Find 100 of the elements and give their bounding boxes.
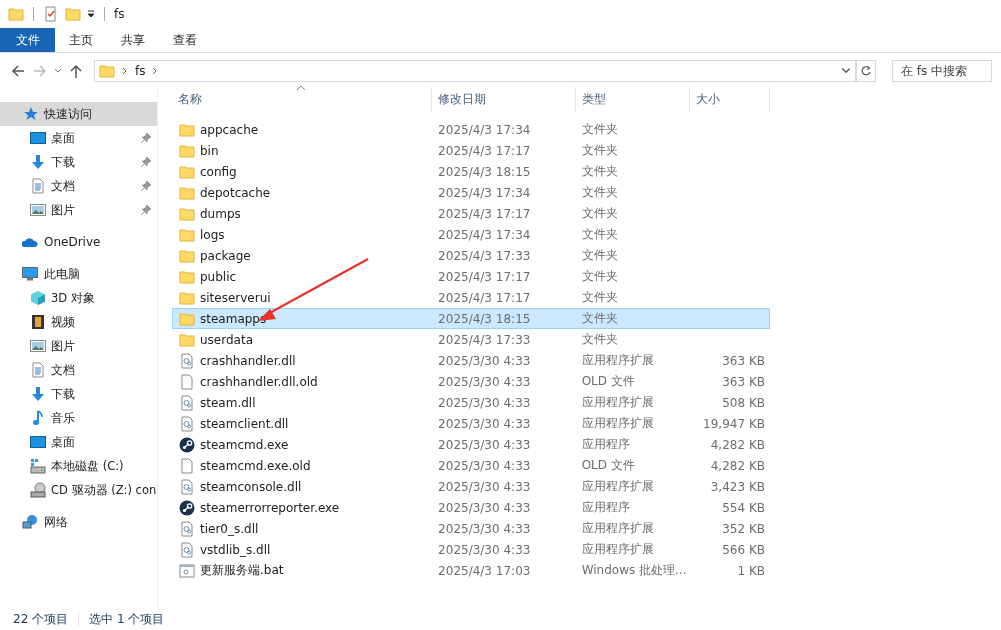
modified-date: 2025/3/30 4:33 — [438, 395, 531, 410]
file-row[interactable]: crashhandler.dll.old 2025/3/30 4:33 OLD 文件 363 KB — [172, 371, 770, 392]
ribbon-tab[interactable]: 主页 — [55, 28, 107, 52]
file-row[interactable]: bin 2025/4/3 17:17 文件夹 — [172, 140, 770, 161]
nav-item[interactable]: 文档 — [0, 358, 157, 382]
file-row[interactable]: 更新服务端.bat 2025/4/3 17:03 Windows 批处理... 1 KB — [172, 560, 770, 581]
modified-date: 2025/3/30 4:33 — [438, 353, 531, 368]
nav-item[interactable]: 文档 — [0, 174, 157, 198]
nav-item[interactable]: 本地磁盘 (C:) — [0, 454, 157, 478]
file-row[interactable]: depotcache 2025/4/3 17:34 文件夹 — [172, 182, 770, 203]
file-type: 应用程序扩展 — [581, 520, 654, 537]
file-name: config — [200, 164, 237, 179]
sort-icon[interactable] — [296, 85, 306, 91]
back-icon[interactable] — [10, 63, 26, 79]
nav-item[interactable]: 图片 — [0, 198, 157, 222]
computer-icon — [22, 266, 38, 282]
file-type: 文件夹 — [581, 331, 618, 348]
file-row[interactable]: steamapps 2025/4/3 18:15 文件夹 — [172, 308, 770, 329]
ribbon-tab[interactable]: 查看 — [159, 28, 211, 52]
file-name: steamerrorreporter.exe — [200, 500, 340, 515]
file-row[interactable]: appcache 2025/4/3 17:34 文件夹 — [172, 119, 770, 140]
file-row[interactable]: steamconsole.dll 2025/3/30 4:33 应用程序扩展 3,423 KB — [172, 476, 770, 497]
up-icon[interactable] — [68, 63, 84, 79]
nav-item[interactable]: 图片 — [0, 334, 157, 358]
batch-file-icon — [179, 562, 195, 579]
file-row[interactable]: package 2025/4/3 17:33 文件夹 — [172, 245, 770, 266]
file-row[interactable]: userdata 2025/4/3 17:33 文件夹 — [172, 329, 770, 350]
file-row[interactable]: steamcmd.exe 2025/3/30 4:33 应用程序 4,282 KB — [172, 434, 770, 455]
modified-date: 2025/4/3 17:33 — [438, 248, 531, 263]
file-name: package — [200, 248, 251, 263]
folder-icon — [179, 163, 195, 180]
nav-item[interactable]: 音乐 — [0, 406, 157, 430]
nav-item[interactable]: 网络 — [0, 510, 157, 534]
folder-icon — [8, 6, 24, 22]
nav-item[interactable]: CD 驱动器 (Z:) con — [0, 478, 157, 502]
file-row[interactable]: siteserverui 2025/4/3 17:17 文件夹 — [172, 287, 770, 308]
file-name: vstdlib_s.dll — [200, 542, 271, 557]
network-icon — [22, 514, 38, 530]
nav-item[interactable]: 桌面 — [0, 430, 157, 454]
ribbon-tab[interactable]: 文件 — [0, 28, 55, 52]
file-size: 19,947 KB — [703, 416, 765, 431]
address-bar[interactable]: fs — [94, 60, 856, 82]
dll-file-icon — [179, 394, 195, 411]
nav-item[interactable]: OneDrive — [0, 230, 157, 254]
refresh-button[interactable] — [856, 60, 876, 82]
cube-icon — [30, 290, 46, 306]
file-row[interactable]: steamcmd.exe.old 2025/3/30 4:33 OLD 文件 4,282 KB — [172, 455, 770, 476]
file-name: crashhandler.dll — [200, 353, 296, 368]
search-field[interactable]: 在 fs 中搜索 — [892, 60, 992, 82]
nav-item[interactable]: 此电脑 — [0, 262, 157, 286]
nav-item[interactable]: 下载 — [0, 150, 157, 174]
nav-item[interactable]: 视频 — [0, 310, 157, 334]
dropdown-icon[interactable] — [87, 10, 95, 18]
file-name: steamapps — [200, 311, 267, 326]
file-row[interactable]: steam.dll 2025/3/30 4:33 应用程序扩展 508 KB — [172, 392, 770, 413]
modified-date: 2025/3/30 4:33 — [438, 521, 531, 536]
column-header[interactable]: 名称 — [172, 87, 432, 111]
file-name: 更新服务端.bat — [200, 562, 284, 579]
nav-item[interactable]: 桌面 — [0, 126, 157, 150]
file-type: Windows 批处理... — [581, 562, 687, 579]
modified-date: 2025/3/30 4:33 — [438, 479, 531, 494]
file-row[interactable]: public 2025/4/3 17:17 文件夹 — [172, 266, 770, 287]
folder-icon — [179, 247, 195, 264]
breadcrumb[interactable]: fs — [135, 64, 146, 78]
column-header[interactable]: 修改日期 — [432, 87, 576, 111]
desktop-icon — [30, 130, 46, 146]
folder-icon — [179, 184, 195, 201]
column-header[interactable]: 类型 — [576, 87, 690, 111]
file-name: appcache — [200, 122, 259, 137]
file-icon — [179, 457, 195, 474]
file-type: 应用程序扩展 — [581, 541, 654, 558]
file-row[interactable]: config 2025/4/3 18:15 文件夹 — [172, 161, 770, 182]
chevron-down-icon[interactable] — [841, 66, 851, 76]
file-row[interactable]: vstdlib_s.dll 2025/3/30 4:33 应用程序扩展 566 KB — [172, 539, 770, 560]
modified-date: 2025/3/30 4:33 — [438, 374, 531, 389]
download-icon — [30, 154, 46, 170]
modified-date: 2025/4/3 17:17 — [438, 143, 531, 158]
file-type: 应用程序扩展 — [581, 478, 654, 495]
dll-file-icon — [179, 520, 195, 537]
file-row[interactable]: tier0_s.dll 2025/3/30 4:33 应用程序扩展 352 KB — [172, 518, 770, 539]
column-header[interactable]: 大小 — [690, 87, 770, 111]
nav-item[interactable]: 快速访问 — [0, 102, 157, 126]
file-row[interactable]: logs 2025/4/3 17:34 文件夹 — [172, 224, 770, 245]
modified-date: 2025/3/30 4:33 — [438, 500, 531, 515]
file-row[interactable]: crashhandler.dll 2025/3/30 4:33 应用程序扩展 363 KB — [172, 350, 770, 371]
nav-item[interactable]: 3D 对象 — [0, 286, 157, 310]
file-row[interactable]: steamerrorreporter.exe 2025/3/30 4:33 应用程序 554 KB — [172, 497, 770, 518]
dll-file-icon — [179, 352, 195, 369]
new-folder-icon — [65, 6, 81, 22]
ribbon-tab[interactable]: 共享 — [107, 28, 159, 52]
modified-date: 2025/3/30 4:33 — [438, 458, 531, 473]
nav-item[interactable]: 下载 — [0, 382, 157, 406]
modified-date: 2025/4/3 18:15 — [438, 311, 531, 326]
chevron-down-icon[interactable] — [54, 67, 62, 75]
file-type: 应用程序 — [581, 499, 630, 516]
file-row[interactable]: dumps 2025/4/3 17:17 文件夹 — [172, 203, 770, 224]
modified-date: 2025/4/3 17:34 — [438, 185, 531, 200]
properties-icon[interactable] — [43, 6, 59, 22]
file-row[interactable]: steamclient.dll 2025/3/30 4:33 应用程序扩展 19,947 KB — [172, 413, 770, 434]
modified-date: 2025/4/3 17:17 — [438, 290, 531, 305]
